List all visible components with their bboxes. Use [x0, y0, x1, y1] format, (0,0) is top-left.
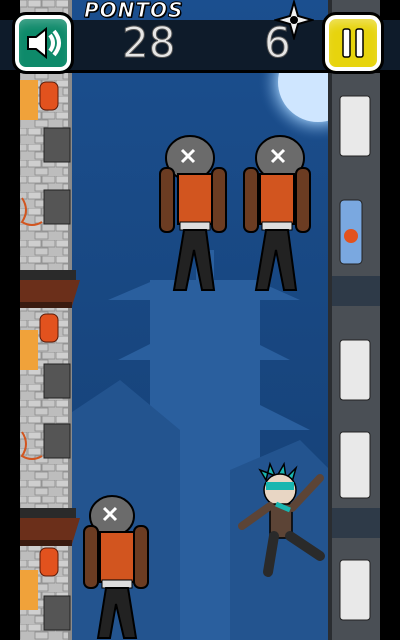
hud: PONTOS 28 6: [0, 0, 400, 74]
sound-toggle-button[interactable]: [12, 12, 74, 74]
shuriken-icon: [274, 0, 314, 40]
pause-icon: [342, 28, 364, 58]
sound-on-icon: [27, 26, 61, 60]
left-building: [0, 0, 80, 640]
pause-button[interactable]: [322, 12, 384, 74]
right-building: [328, 0, 400, 640]
game-stage[interactable]: PONTOS 28 6: [0, 0, 400, 640]
game-scene: [0, 0, 400, 640]
score-value: 28: [121, 18, 176, 68]
